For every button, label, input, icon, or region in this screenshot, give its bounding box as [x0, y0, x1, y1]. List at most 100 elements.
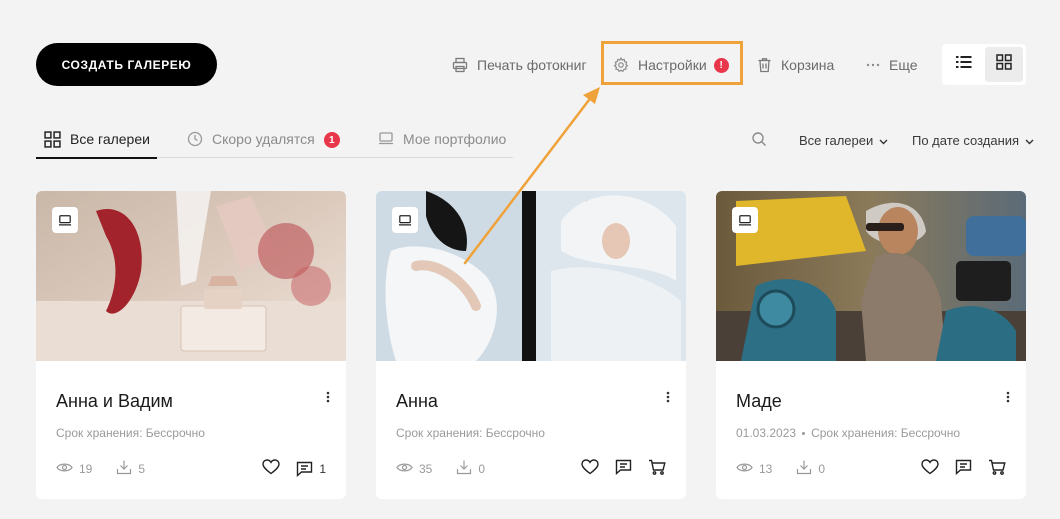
view-mode-toggle — [942, 44, 1026, 85]
portfolio-badge — [52, 207, 78, 233]
gallery-actions — [581, 459, 666, 478]
gallery-card[interactable]: Анна и Вадим Срок хранения: Бессрочно 19… — [36, 191, 346, 499]
cart-icon — [649, 459, 666, 475]
gallery-filter-dropdown[interactable]: Все галереи — [799, 131, 888, 149]
vertical-dots-icon — [326, 390, 330, 407]
tab-expiring-soon[interactable]: Скоро удалятся 1 — [187, 126, 340, 158]
cart-icon — [989, 459, 1006, 475]
comment-icon — [955, 459, 972, 476]
sort-value: По дате создания — [912, 132, 1020, 148]
gallery-cover-image[interactable] — [36, 191, 346, 361]
chevron-down-icon — [879, 133, 888, 148]
gallery-cover-image[interactable] — [376, 191, 686, 361]
tab-label: Мое портфолио — [403, 131, 507, 147]
eye-icon — [736, 462, 753, 476]
settings-button[interactable]: Настройки ! — [613, 55, 729, 75]
monitor-icon — [738, 214, 752, 227]
favorite-button[interactable] — [262, 459, 281, 478]
list-view-button[interactable] — [945, 47, 983, 82]
print-photobooks-label: Печать фотокниг — [477, 57, 587, 73]
chevron-down-icon — [1025, 133, 1034, 148]
monitor-icon — [58, 214, 72, 227]
comments-button[interactable] — [615, 459, 632, 478]
settings-label: Настройки — [638, 57, 707, 73]
storage-term: Срок хранения: Бессрочно — [56, 426, 205, 440]
downloads-count: 5 — [138, 461, 146, 476]
gear-icon — [613, 57, 629, 73]
list-icon — [956, 55, 972, 74]
comment-icon — [615, 459, 632, 476]
downloads-count: 0 — [478, 461, 486, 476]
grid-icon — [44, 131, 61, 151]
download-icon — [116, 459, 132, 478]
gallery-stats: 35 0 — [396, 459, 485, 478]
clock-icon — [187, 131, 203, 150]
monitor-icon — [378, 131, 394, 149]
card-menu-button[interactable] — [326, 390, 330, 408]
tab-all-galleries[interactable]: Все галереи — [36, 126, 157, 159]
gallery-meta: Срок хранения: Бессрочно — [396, 426, 545, 440]
download-icon — [796, 459, 812, 478]
search-icon — [751, 132, 767, 151]
tab-label: Все галереи — [70, 131, 150, 147]
cart-button[interactable] — [648, 459, 666, 478]
eye-icon — [396, 462, 413, 476]
gallery-date: 01.03.2023 — [736, 426, 797, 440]
portfolio-badge — [392, 207, 418, 233]
views-count: 19 — [79, 461, 93, 476]
settings-alert-badge: ! — [713, 57, 729, 73]
printer-icon — [452, 57, 468, 73]
cart-button[interactable] — [988, 459, 1006, 478]
gallery-title[interactable]: Маде — [736, 391, 782, 412]
heart-icon — [921, 459, 939, 475]
gallery-card[interactable]: Маде 01.03.2023 Срок хранения: Бессрочно… — [716, 191, 1026, 499]
gallery-filter-value: Все галереи — [799, 132, 874, 148]
search-button[interactable] — [751, 131, 767, 152]
grid-icon — [996, 54, 1012, 75]
downloads-count: 0 — [818, 461, 826, 476]
views-count: 35 — [419, 461, 433, 476]
trash-button[interactable]: Корзина — [757, 55, 834, 75]
gallery-card[interactable]: Анна Срок хранения: Бессрочно 35 0 — [376, 191, 686, 499]
gallery-meta: 01.03.2023 Срок хранения: Бессрочно — [736, 426, 960, 440]
tab-label: Скоро удалятся — [212, 131, 315, 147]
comment-icon — [297, 461, 313, 477]
vertical-dots-icon — [666, 390, 670, 407]
expiring-count-badge: 1 — [323, 132, 340, 148]
more-label: Еще — [889, 57, 918, 73]
more-dots-icon — [866, 63, 880, 67]
print-photobooks-button[interactable]: Печать фотокниг — [452, 55, 587, 75]
card-menu-button[interactable] — [1006, 390, 1010, 408]
gallery-stats: 19 5 — [56, 459, 145, 478]
heart-icon — [581, 459, 599, 475]
gallery-meta: Срок хранения: Бессрочно — [56, 426, 205, 440]
gallery-title[interactable]: Анна и Вадим — [56, 391, 173, 412]
eye-icon — [56, 462, 73, 476]
gallery-stats: 13 0 — [736, 459, 825, 478]
favorite-button[interactable] — [581, 459, 599, 478]
download-icon — [456, 459, 472, 478]
sort-dropdown[interactable]: По дате создания — [912, 131, 1034, 149]
vertical-dots-icon — [1006, 390, 1010, 407]
separator-dot — [802, 431, 806, 435]
storage-term: Срок хранения: Бессрочно — [396, 426, 545, 440]
gallery-title[interactable]: Анна — [396, 391, 438, 412]
trash-label: Корзина — [781, 57, 835, 73]
more-button[interactable]: Еще — [866, 55, 918, 75]
portfolio-badge — [732, 207, 758, 233]
create-gallery-button[interactable]: СОЗДАТЬ ГАЛЕРЕЮ — [36, 43, 217, 86]
card-menu-button[interactable] — [666, 390, 670, 408]
gallery-actions — [921, 459, 1006, 478]
gallery-cover-image[interactable] — [716, 191, 1026, 361]
comments-button[interactable] — [955, 459, 972, 478]
comments-button[interactable]: 1 — [296, 461, 326, 477]
storage-term: Срок хранения: Бессрочно — [811, 426, 960, 440]
monitor-icon — [398, 214, 412, 227]
views-count: 13 — [759, 461, 773, 476]
favorite-button[interactable] — [921, 459, 939, 478]
grid-view-button[interactable] — [985, 47, 1023, 82]
gallery-actions: 1 — [262, 459, 326, 478]
tab-my-portfolio[interactable]: Мое портфолио — [378, 126, 506, 158]
heart-icon — [262, 459, 281, 475]
gallery-tabs: Все галереи Скоро удалятся 1 Мое портфол… — [36, 126, 513, 159]
